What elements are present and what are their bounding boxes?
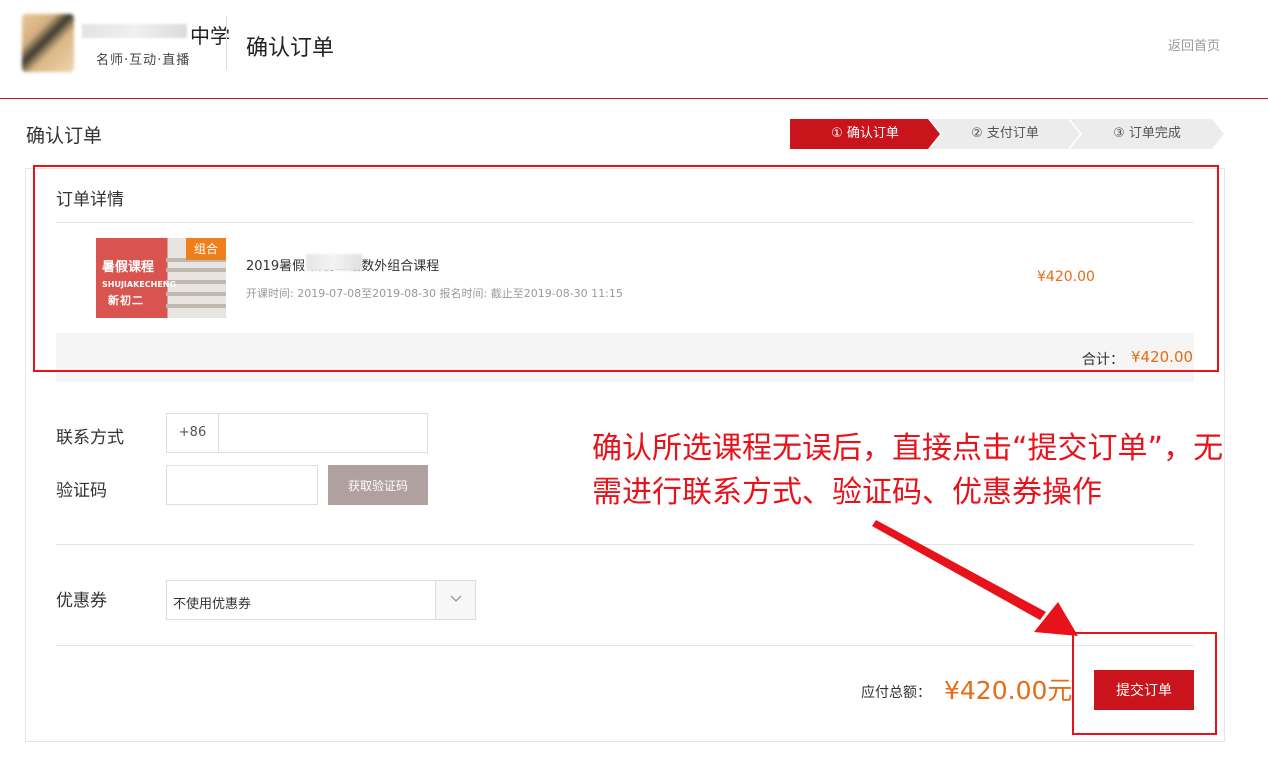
school-logo <box>22 14 74 72</box>
phone-input[interactable] <box>218 413 428 453</box>
step-pay: ② 支付订单 <box>930 119 1080 149</box>
back-home-link[interactable]: 返回首页 <box>1168 35 1220 54</box>
instruction-annotation: 确认所选课程无误后，直接点击“提交订单”，无需进行联系方式、验证码、优惠券操作 <box>592 431 1224 510</box>
payable-amount: ¥420.00元 <box>944 676 1073 705</box>
step-confirm-active: ① 确认订单 <box>790 119 940 149</box>
contact-label: 联系方式 <box>56 428 124 448</box>
page-title: 确认订单 <box>26 125 103 147</box>
submit-highlight-box <box>1072 632 1217 735</box>
code-label: 验证码 <box>56 481 107 501</box>
header-title: 确认订单 <box>246 36 335 61</box>
divider <box>56 645 1194 646</box>
code-input[interactable] <box>166 465 318 505</box>
school-slogan: 名师·互动·直播 <box>96 53 191 68</box>
coupon-label: 优惠券 <box>56 591 107 611</box>
step-complete: ③ 订单完成 <box>1070 119 1224 149</box>
header-divider <box>226 16 227 70</box>
payable-label: 应付总额： <box>861 685 931 701</box>
school-name-redacted <box>82 24 187 38</box>
order-steps: ③ 订单完成 ② 支付订单 ① 确认订单 <box>790 119 1224 149</box>
coupon-selected: 不使用优惠券 <box>173 597 252 612</box>
get-code-button[interactable]: 获取验证码 <box>328 465 428 505</box>
divider <box>56 544 1194 545</box>
site-header: 中学 名师·互动·直播 确认订单 返回首页 <box>0 0 1268 99</box>
country-code[interactable]: +86 <box>166 413 218 453</box>
chevron-down-icon <box>435 581 475 619</box>
coupon-select[interactable]: 不使用优惠券 <box>166 580 476 620</box>
order-highlight-box <box>33 165 1219 372</box>
school-name-suffix: 中学 <box>190 24 230 48</box>
